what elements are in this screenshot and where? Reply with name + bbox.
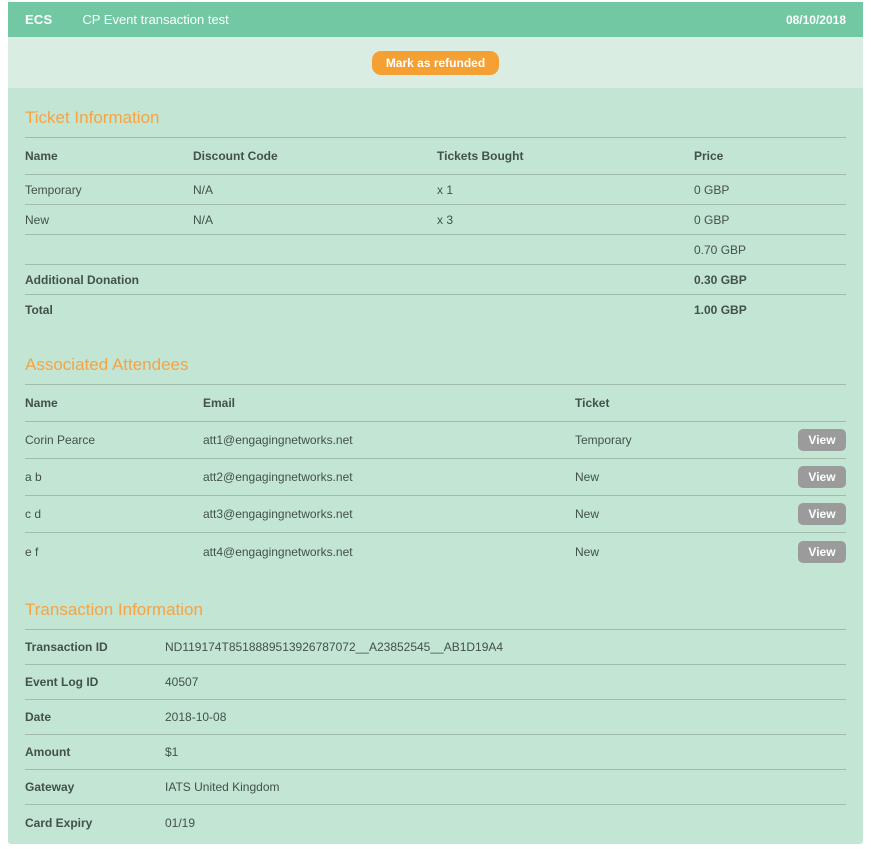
associated-attendees-heading: Associated Attendees xyxy=(25,355,846,385)
table-row: 0.70 GBP xyxy=(25,235,846,265)
date-label: Date xyxy=(25,710,165,724)
card-expiry-value: 01/19 xyxy=(165,816,846,830)
ticket-information-heading: Ticket Information xyxy=(25,108,846,138)
card-expiry-label: Card Expiry xyxy=(25,816,165,830)
transaction-row: Gateway IATS United Kingdom xyxy=(25,770,846,805)
page-title: CP Event transaction test xyxy=(82,12,228,27)
attendee-name: a b xyxy=(25,470,203,484)
event-log-id-value: 40507 xyxy=(165,675,846,689)
view-attendee-button[interactable]: View xyxy=(798,466,846,488)
attendee-name: Corin Pearce xyxy=(25,433,203,447)
ticket-price: 0 GBP xyxy=(694,183,846,197)
action-band: Mark as refunded xyxy=(8,37,863,88)
table-row-total: Total 1.00 GBP xyxy=(25,295,846,325)
ticket-discount-code: N/A xyxy=(193,183,437,197)
attendee-row: c d att3@engagingnetworks.net New View xyxy=(25,496,846,533)
attendee-row: a b att2@engagingnetworks.net New View xyxy=(25,459,846,496)
column-header-ticket: Ticket xyxy=(575,396,796,410)
attendee-email: att1@engagingnetworks.net xyxy=(203,433,575,447)
view-attendee-button[interactable]: View xyxy=(798,503,846,525)
header-bar: ECS CP Event transaction test 08/10/2018 xyxy=(8,2,863,37)
ticket-count: x 3 xyxy=(437,213,694,227)
mark-as-refunded-button[interactable]: Mark as refunded xyxy=(372,51,499,75)
transaction-row: Amount $1 xyxy=(25,735,846,770)
amount-value: $1 xyxy=(165,745,846,759)
gateway-label: Gateway xyxy=(25,780,165,794)
transaction-id-label: Transaction ID xyxy=(25,640,165,654)
column-header-price: Price xyxy=(694,149,846,163)
attendee-name: c d xyxy=(25,507,203,521)
ticket-name: Additional Donation xyxy=(25,273,193,287)
ticket-name: New xyxy=(25,213,193,227)
ticket-count: x 1 xyxy=(437,183,694,197)
attendee-ticket: New xyxy=(575,545,796,559)
transaction-row: Event Log ID 40507 xyxy=(25,665,846,700)
column-header-discount-code: Discount Code xyxy=(193,149,437,163)
attendee-row: e f att4@engagingnetworks.net New View xyxy=(25,533,846,570)
ticket-price: 1.00 GBP xyxy=(694,303,846,317)
view-attendee-button[interactable]: View xyxy=(798,541,846,563)
event-log-id-label: Event Log ID xyxy=(25,675,165,689)
attendee-row: Corin Pearce att1@engagingnetworks.net T… xyxy=(25,422,846,459)
attendee-email: att2@engagingnetworks.net xyxy=(203,470,575,484)
view-attendee-button[interactable]: View xyxy=(798,429,846,451)
column-header-tickets-bought: Tickets Bought xyxy=(437,149,694,163)
page: ECS CP Event transaction test 08/10/2018… xyxy=(0,0,871,849)
header-date: 08/10/2018 xyxy=(786,13,846,27)
table-row-additional-donation: Additional Donation 0.30 GBP xyxy=(25,265,846,295)
ticket-price: 0.30 GBP xyxy=(694,273,846,287)
attendee-email: att3@engagingnetworks.net xyxy=(203,507,575,521)
attendees-table-header: Name Email Ticket xyxy=(25,385,846,422)
transaction-row: Transaction ID ND119174T8518889513926787… xyxy=(25,630,846,665)
attendee-ticket: New xyxy=(575,507,796,521)
table-row: Temporary N/A x 1 0 GBP xyxy=(25,175,846,205)
transaction-row: Card Expiry 01/19 xyxy=(25,805,846,840)
ticket-name: Total xyxy=(25,303,193,317)
gateway-value: IATS United Kingdom xyxy=(165,780,846,794)
transaction-row: Date 2018-10-08 xyxy=(25,700,846,735)
column-header-name: Name xyxy=(25,149,193,163)
table-row: New N/A x 3 0 GBP xyxy=(25,205,846,235)
content-panel: Ticket Information Name Discount Code Ti… xyxy=(8,88,863,844)
ticket-price: 0 GBP xyxy=(694,213,846,227)
ticket-discount-code: N/A xyxy=(193,213,437,227)
column-header-name: Name xyxy=(25,396,203,410)
app-brand: ECS xyxy=(25,12,52,27)
amount-label: Amount xyxy=(25,745,165,759)
attendee-ticket: New xyxy=(575,470,796,484)
attendee-name: e f xyxy=(25,545,203,559)
transaction-information-heading: Transaction Information xyxy=(25,600,846,630)
attendee-ticket: Temporary xyxy=(575,433,796,447)
column-header-email: Email xyxy=(203,396,575,410)
ticket-price: 0.70 GBP xyxy=(694,243,846,257)
date-value: 2018-10-08 xyxy=(165,710,846,724)
transaction-id-value: ND119174T8518889513926787072__A23852545_… xyxy=(165,640,846,654)
attendee-email: att4@engagingnetworks.net xyxy=(203,545,575,559)
ticket-name: Temporary xyxy=(25,183,193,197)
ticket-table-header: Name Discount Code Tickets Bought Price xyxy=(25,138,846,175)
